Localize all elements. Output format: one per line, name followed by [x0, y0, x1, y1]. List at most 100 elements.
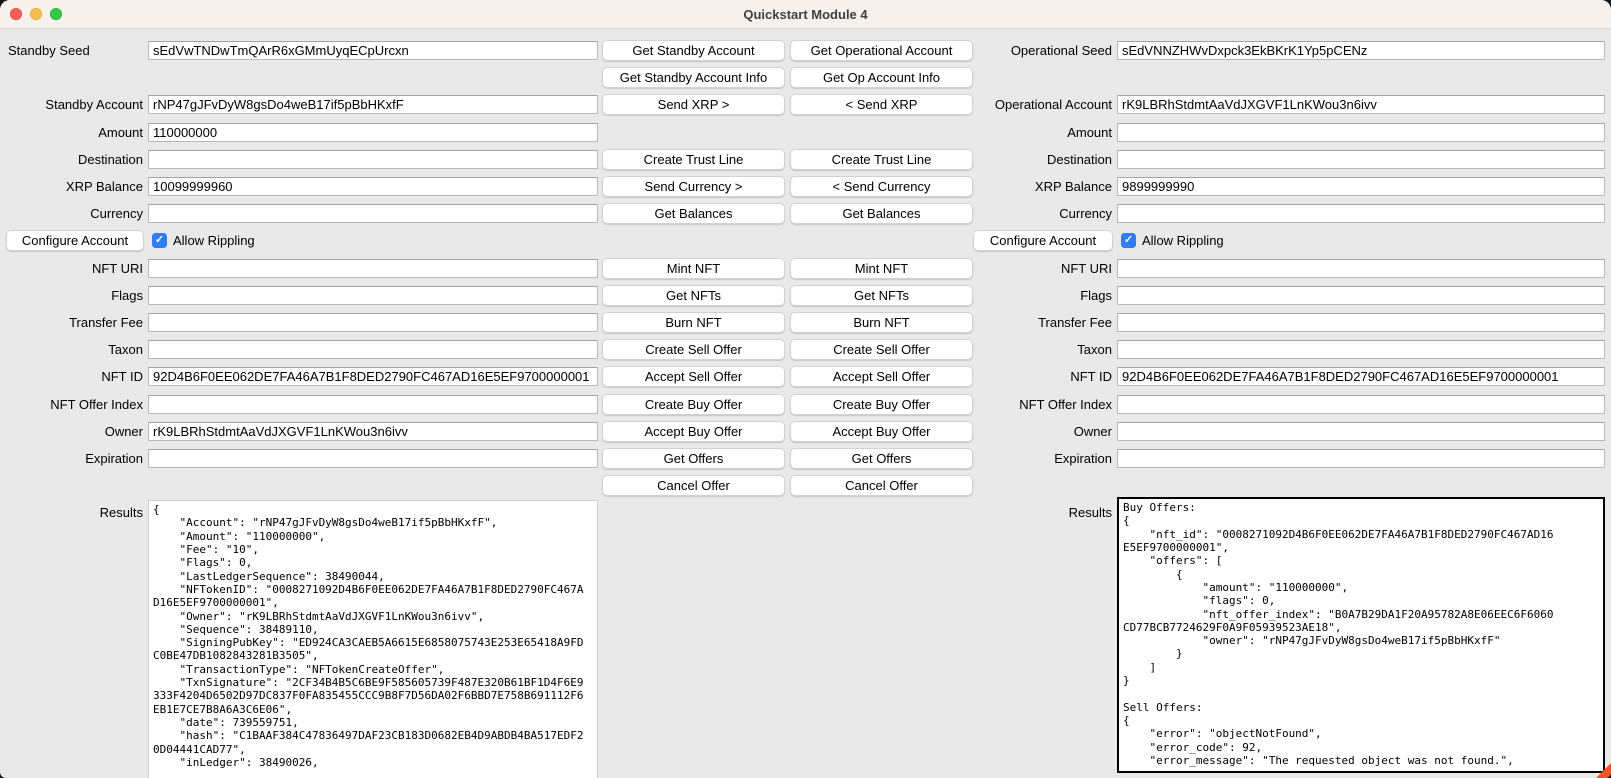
- operational-nft-id-field[interactable]: [1117, 367, 1605, 386]
- window-title: Quickstart Module 4: [743, 7, 867, 22]
- standby-taxon-label: Taxon: [6, 336, 148, 363]
- app-window: Quickstart Module 4 Standby Seed Get Sta…: [0, 0, 1611, 778]
- operational-nft-uri-field[interactable]: [1117, 259, 1605, 278]
- operational-transfer-fee-field[interactable]: [1117, 313, 1605, 332]
- standby-nft-id-field[interactable]: [148, 367, 598, 386]
- operational-nft-offer-index-field[interactable]: [1117, 395, 1605, 414]
- operational-currency-label: Currency: [973, 200, 1117, 227]
- standby-mint-nft-button[interactable]: Mint NFT: [602, 258, 785, 279]
- operational-account-label: Operational Account: [973, 91, 1117, 118]
- op-get-offers-button[interactable]: Get Offers: [790, 448, 973, 469]
- operational-results-textarea[interactable]: Buy Offers: { "nft_id": "0008271092D4B6F…: [1117, 497, 1605, 773]
- operational-xrp-balance-field[interactable]: [1117, 177, 1605, 196]
- standby-xrp-balance-field[interactable]: [148, 177, 598, 196]
- operational-xrp-balance-label: XRP Balance: [973, 173, 1117, 200]
- op-mint-nft-button[interactable]: Mint NFT: [790, 258, 973, 279]
- standby-allow-rippling-checkbox[interactable]: ✓: [152, 233, 167, 248]
- standby-owner-label: Owner: [6, 418, 148, 445]
- standby-allow-rippling-label: Allow Rippling: [173, 233, 255, 248]
- form-content: Standby Seed Get Standby Account Get Ope…: [0, 29, 1611, 778]
- standby-currency-field[interactable]: [148, 204, 598, 223]
- op-create-sell-offer-button[interactable]: Create Sell Offer: [790, 339, 973, 360]
- minimize-window-icon[interactable]: [30, 8, 42, 20]
- op-accept-buy-offer-button[interactable]: Accept Buy Offer: [790, 421, 973, 442]
- standby-configure-account-button[interactable]: Configure Account: [6, 230, 144, 251]
- operational-results-label: Results: [973, 499, 1117, 778]
- resize-corner-icon[interactable]: [1596, 763, 1611, 778]
- op-burn-nft-button[interactable]: Burn NFT: [790, 312, 973, 333]
- standby-taxon-field[interactable]: [148, 340, 598, 359]
- operational-nft-offer-index-label: NFT Offer Index: [973, 390, 1117, 417]
- standby-nft-offer-index-field[interactable]: [148, 395, 598, 414]
- operational-account-field[interactable]: [1117, 95, 1605, 114]
- op-allow-rippling-label: Allow Rippling: [1142, 233, 1224, 248]
- send-xrp-right-button[interactable]: Send XRP >: [602, 94, 785, 115]
- op-create-trust-line-button[interactable]: Create Trust Line: [790, 149, 973, 170]
- standby-transfer-fee-label: Transfer Fee: [6, 309, 148, 336]
- standby-destination-field[interactable]: [148, 150, 598, 169]
- standby-seed-field[interactable]: [148, 41, 598, 60]
- standby-cancel-offer-button[interactable]: Cancel Offer: [602, 475, 785, 496]
- operational-transfer-fee-label: Transfer Fee: [973, 309, 1117, 336]
- operational-expiration-field[interactable]: [1117, 449, 1605, 468]
- zoom-window-icon[interactable]: [50, 8, 62, 20]
- op-get-nfts-button[interactable]: Get NFTs: [790, 285, 973, 306]
- send-currency-right-button[interactable]: Send Currency >: [602, 176, 785, 197]
- titlebar[interactable]: Quickstart Module 4: [0, 0, 1611, 29]
- get-op-account-info-button[interactable]: Get Op Account Info: [790, 67, 973, 88]
- standby-amount-field[interactable]: [148, 123, 598, 142]
- standby-xrp-balance-label: XRP Balance: [6, 173, 148, 200]
- operational-destination-field[interactable]: [1117, 150, 1605, 169]
- op-get-balances-button[interactable]: Get Balances: [790, 203, 973, 224]
- get-standby-account-info-button[interactable]: Get Standby Account Info: [602, 67, 785, 88]
- standby-burn-nft-button[interactable]: Burn NFT: [602, 312, 785, 333]
- standby-account-field[interactable]: [148, 95, 598, 114]
- standby-nft-id-label: NFT ID: [6, 363, 148, 390]
- operational-taxon-field[interactable]: [1117, 340, 1605, 359]
- standby-seed-label: Standby Seed: [6, 37, 148, 64]
- standby-flags-field[interactable]: [148, 286, 598, 305]
- op-allow-rippling-checkbox[interactable]: ✓: [1121, 233, 1136, 248]
- operational-seed-field[interactable]: [1117, 41, 1605, 60]
- standby-destination-label: Destination: [6, 146, 148, 173]
- standby-nft-offer-index-label: NFT Offer Index: [6, 390, 148, 417]
- op-cancel-offer-button[interactable]: Cancel Offer: [790, 475, 973, 496]
- traffic-lights: [10, 8, 62, 20]
- standby-get-offers-button[interactable]: Get Offers: [602, 448, 785, 469]
- op-accept-sell-offer-button[interactable]: Accept Sell Offer: [790, 366, 973, 387]
- get-standby-account-button[interactable]: Get Standby Account: [602, 40, 785, 61]
- standby-results-label: Results: [6, 499, 148, 778]
- operational-destination-label: Destination: [973, 146, 1117, 173]
- operational-owner-field[interactable]: [1117, 422, 1605, 441]
- standby-account-label: Standby Account: [6, 91, 148, 118]
- standby-results-textarea[interactable]: { "Account": "rNP47gJFvDyW8gsDo4weB17if5…: [148, 500, 598, 778]
- standby-transfer-fee-field[interactable]: [148, 313, 598, 332]
- op-configure-account-button[interactable]: Configure Account: [973, 230, 1113, 251]
- standby-get-nfts-button[interactable]: Get NFTs: [602, 285, 785, 306]
- standby-expiration-field[interactable]: [148, 449, 598, 468]
- standby-accept-buy-offer-button[interactable]: Accept Buy Offer: [602, 421, 785, 442]
- get-operational-account-button[interactable]: Get Operational Account: [790, 40, 973, 61]
- standby-flags-label: Flags: [6, 282, 148, 309]
- operational-flags-field[interactable]: [1117, 286, 1605, 305]
- operational-expiration-label: Expiration: [973, 445, 1117, 472]
- standby-create-buy-offer-button[interactable]: Create Buy Offer: [602, 394, 785, 415]
- standby-accept-sell-offer-button[interactable]: Accept Sell Offer: [602, 366, 785, 387]
- operational-amount-field[interactable]: [1117, 123, 1605, 142]
- operational-currency-field[interactable]: [1117, 204, 1605, 223]
- operational-amount-label: Amount: [973, 119, 1117, 146]
- operational-seed-label: Operational Seed: [973, 37, 1117, 64]
- standby-create-trust-line-button[interactable]: Create Trust Line: [602, 149, 785, 170]
- close-window-icon[interactable]: [10, 8, 22, 20]
- op-create-buy-offer-button[interactable]: Create Buy Offer: [790, 394, 973, 415]
- standby-nft-uri-field[interactable]: [148, 259, 598, 278]
- operational-flags-label: Flags: [973, 282, 1117, 309]
- standby-get-balances-button[interactable]: Get Balances: [602, 203, 785, 224]
- standby-currency-label: Currency: [6, 200, 148, 227]
- standby-nft-uri-label: NFT URI: [6, 255, 148, 282]
- standby-owner-field[interactable]: [148, 422, 598, 441]
- standby-create-sell-offer-button[interactable]: Create Sell Offer: [602, 339, 785, 360]
- standby-amount-label: Amount: [6, 119, 148, 146]
- send-currency-left-button[interactable]: < Send Currency: [790, 176, 973, 197]
- send-xrp-left-button[interactable]: < Send XRP: [790, 94, 973, 115]
